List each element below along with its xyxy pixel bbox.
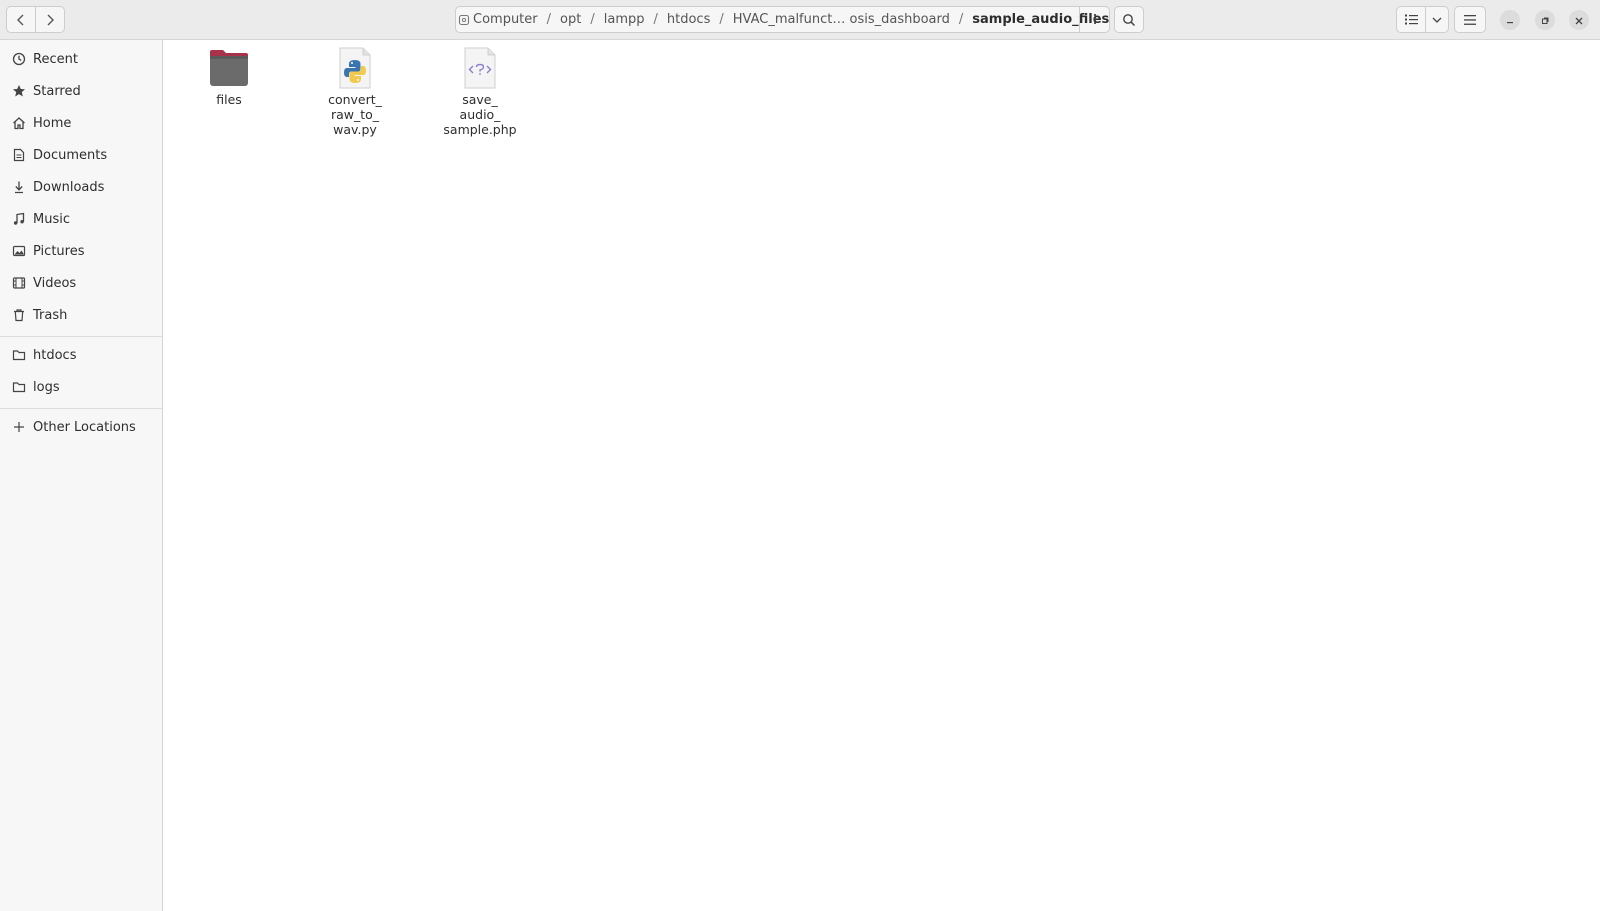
back-button[interactable] [6,6,36,33]
sidebar-item-label: Recent [33,51,78,67]
sidebar-item-label: Home [33,115,72,131]
path-options-button[interactable] [1079,6,1109,33]
breadcrumb-separator: / [590,12,595,27]
sidebar-item-music[interactable]: Music [0,203,162,235]
breadcrumb-separator: / [546,12,552,27]
file-item-php-script[interactable]: save_ audio_ sample.php [430,46,530,137]
folder-icon [0,348,32,362]
view-options-dropdown[interactable] [1425,6,1449,33]
sidebar-divider [0,408,162,409]
video-icon [0,276,32,290]
home-icon [0,116,32,130]
sidebar-item-label: htdocs [33,347,77,363]
sidebar-item-label: Other Locations [33,419,136,435]
view-mode-button[interactable] [1396,6,1426,33]
sidebar-item-videos[interactable]: Videos [0,267,162,299]
file-item-folder[interactable]: files [179,46,279,107]
music-icon [0,212,32,226]
breadcrumb-computer[interactable]: Computer [470,12,541,27]
chevron-right-icon [44,14,56,26]
main-menu-button[interactable] [1454,6,1486,33]
sidebar-item-label: Downloads [33,179,105,195]
file-item-python-script[interactable]: convert_ raw_to_ wav.py [305,46,405,137]
sidebar-item-label: Videos [33,275,77,291]
picture-icon [0,244,32,258]
search-icon [1122,13,1136,27]
php-file-icon [458,46,502,90]
sidebar-item-home[interactable]: Home [0,107,162,139]
clock-icon [0,52,32,66]
sidebar-item-starred[interactable]: Starred [0,75,162,107]
close-button[interactable] [1569,10,1589,30]
folder-icon [0,380,32,394]
chevron-left-icon [15,14,27,26]
sidebar-item-trash[interactable]: Trash [0,299,162,331]
maximize-button[interactable] [1535,10,1555,30]
sidebar-item-label: Starred [33,83,81,99]
close-icon [1574,11,1584,30]
sidebar-item-logs[interactable]: logs [0,371,162,403]
sidebar-item-label: logs [33,379,60,395]
python-file-icon [333,46,377,90]
search-button[interactable] [1114,6,1144,33]
sidebar: Recent Starred Home Documents Downloads [0,40,163,911]
star-icon [0,84,32,98]
vertical-dots-icon [1093,10,1097,29]
breadcrumb-lampp[interactable]: lampp [601,12,648,27]
folder-icon [207,46,251,90]
minimize-icon [1505,11,1515,30]
file-name: save_ audio_ sample.php [443,92,517,137]
sidebar-item-downloads[interactable]: Downloads [0,171,162,203]
sidebar-item-label: Trash [33,307,68,323]
minimize-button[interactable] [1500,10,1520,30]
sidebar-item-recent[interactable]: Recent [0,43,162,75]
file-name: files [216,92,242,107]
list-view-icon [1404,14,1418,25]
sidebar-item-other-locations[interactable]: Other Locations [0,411,162,443]
breadcrumb-hvac-dashboard[interactable]: HVAC_malfunct… osis_dashboard [730,12,953,27]
breadcrumb-separator: / [719,12,724,27]
sidebar-item-pictures[interactable]: Pictures [0,235,162,267]
chevron-down-icon [1432,15,1442,25]
breadcrumb-separator: / [958,12,964,27]
sidebar-item-label: Music [33,211,70,227]
trash-icon [0,308,32,322]
location-pathbar[interactable]: Computer / opt / lampp / htdocs / HVAC_m… [455,6,1110,33]
breadcrumb-separator: / [653,12,658,27]
sidebar-item-label: Documents [33,147,108,163]
document-icon [0,148,32,162]
plus-icon [0,420,32,434]
file-name: convert_ raw_to_ wav.py [328,92,382,137]
sidebar-item-documents[interactable]: Documents [0,139,162,171]
breadcrumb-opt[interactable]: opt [557,12,584,27]
restore-icon [1540,11,1550,30]
forward-button[interactable] [35,6,65,33]
drive-icon [458,14,470,26]
header-bar: Computer / opt / lampp / htdocs / HVAC_m… [0,0,1600,40]
file-manager-window: Computer / opt / lampp / htdocs / HVAC_m… [0,0,1600,911]
sidebar-item-label: Pictures [33,243,85,259]
hamburger-menu-icon [1464,14,1476,25]
download-icon [0,180,32,194]
sidebar-divider [0,336,162,337]
sidebar-item-htdocs[interactable]: htdocs [0,339,162,371]
file-icon-view: files convert_ raw_to_ wav.py save_ audi… [163,40,1600,911]
breadcrumb-htdocs[interactable]: htdocs [664,12,713,27]
